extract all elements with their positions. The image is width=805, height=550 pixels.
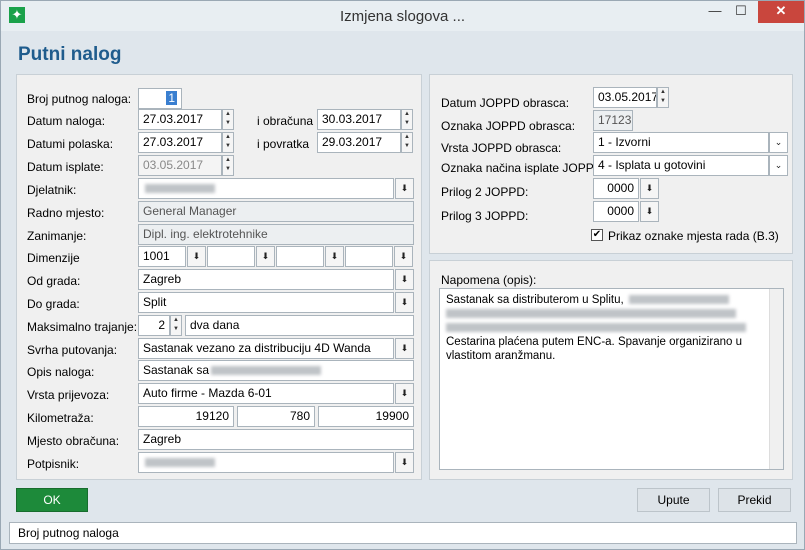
dimenzija-3-input[interactable] [276,246,324,267]
svrha-lookup-icon[interactable]: ⬇ [395,338,414,359]
datum-naloga-spinner[interactable]: ▲ ▼ [222,109,234,130]
svrha-label: Svrha putovanja: [27,343,118,357]
vrsta-chevron-down-icon[interactable]: ⌄ [769,132,788,153]
prikaz-label: Prikaz oznake mjesta rada (B.3) [608,229,779,243]
nacin-select[interactable]: 4 - Isplata u gotovini [593,155,769,176]
km-end-input[interactable]: 19900 [318,406,414,427]
prekid-button[interactable]: Prekid [718,488,791,512]
nacin-label: Oznaka načina isplate JOPPD: [441,161,606,175]
trajanje-label: Maksimalno trajanje: [27,320,138,334]
opis-value: Sastanak sa [143,363,210,377]
obracuna-spinner[interactable]: ▲ ▼ [401,109,413,130]
potpisnik-lookup-icon[interactable]: ⬇ [395,452,414,473]
ok-button[interactable]: OK [16,488,88,512]
isplate-spinner: ▲ ▼ [222,155,234,176]
povratka-spinner[interactable]: ▲ ▼ [401,132,413,153]
dimenzija-4-input[interactable] [345,246,393,267]
polaska-label: Datumi polaska: [27,137,114,151]
trajanje-input[interactable]: 2 [138,315,170,336]
svrha-input[interactable]: Sastanak vezano za distribuciju 4D Wanda [138,338,394,359]
datum-joppd-spinner[interactable]: ▲ ▼ [657,87,669,108]
page-title: Putni nalog [18,44,122,65]
prilog2-label: Prilog 2 JOPPD: [441,185,529,199]
napomena-line-4: Cestarina plaćena putem ENC-a. Spavanje … [446,336,742,362]
title-bar: ✦ Izmjena slogova ... — ☐ ✕ [1,1,804,31]
broj-input[interactable]: 1 [138,88,182,109]
radno-input: General Manager [138,201,414,222]
isplate-label: Datum isplate: [27,160,104,174]
vrsta-select[interactable]: 1 - Izvorni [593,132,769,153]
napomena-line-1: Sastanak sa distributerom u Splitu, [446,294,624,306]
isplate-input: 03.05.2017 [138,155,222,176]
od-label: Od grada: [27,274,81,288]
window: ✦ Izmjena slogova ... — ☐ ✕ Putni nalog … [0,0,805,550]
od-lookup-icon[interactable]: ⬇ [395,269,414,290]
povratka-label: i povratka [257,137,310,151]
form-header: Putni nalog [2,31,803,71]
km-label: Kilometraža: [27,411,94,425]
prilog2-lookup-icon[interactable]: ⬇ [640,178,659,199]
prilog3-label: Prilog 3 JOPPD: [441,209,529,223]
datum-naloga-label: Datum naloga: [27,114,106,128]
dimenzija-2-lookup-icon[interactable]: ⬇ [256,246,275,267]
dimenzija-1-lookup-icon[interactable]: ⬇ [187,246,206,267]
povratka-input[interactable]: 29.03.2017 [317,132,401,153]
opis-input[interactable]: Sastanak sa [138,360,414,381]
mjesto-input[interactable]: Zagreb [138,429,414,450]
prijevoz-input[interactable]: Auto firme - Mazda 6-01 [138,383,394,404]
napomena-textarea[interactable]: Sastanak sa distributerom u Splitu, Cest… [439,288,784,470]
prijevoz-label: Vrsta prijevoza: [27,388,110,402]
polaska-input[interactable]: 27.03.2017 [138,132,222,153]
nacin-chevron-down-icon[interactable]: ⌄ [769,155,788,176]
napomena-label: Napomena (opis): [441,273,537,287]
upute-button[interactable]: Upute [637,488,710,512]
polaska-spinner[interactable]: ▲ ▼ [222,132,234,153]
djelatnik-label: Djelatnik: [27,183,77,197]
prijevoz-lookup-icon[interactable]: ⬇ [395,383,414,404]
close-button[interactable]: ✕ [758,1,804,23]
oznaka-input: 17123 [593,110,633,131]
napomena-scrollbar[interactable] [769,289,783,469]
prikaz-checkbox[interactable]: ✔ [591,229,603,241]
obracuna-label: i obračuna [257,114,314,128]
oznaka-label: Oznaka JOPPD obrasca: [441,119,576,133]
vrsta-label: Vrsta JOPPD obrasca: [441,141,562,155]
obracuna-input[interactable]: 30.03.2017 [317,109,401,130]
prilog3-input[interactable]: 0000 [593,201,639,222]
do-lookup-icon[interactable]: ⬇ [395,292,414,313]
od-input[interactable]: Zagreb [138,269,394,290]
zanimanje-label: Zanimanje: [27,229,87,243]
window-title: Izmjena slogova ... [339,8,466,25]
potpisnik-input[interactable] [138,452,394,473]
potpisnik-label: Potpisnik: [27,457,80,471]
mjesto-label: Mjesto obračuna: [27,434,120,448]
dimenzija-3-lookup-icon[interactable]: ⬇ [325,246,344,267]
djelatnik-input[interactable] [138,178,394,199]
zanimanje-input: Dipl. ing. elektrotehnike [138,224,414,245]
km-start-input[interactable]: 19120 [138,406,234,427]
prilog2-input[interactable]: 0000 [593,178,639,199]
radno-label: Radno mjesto: [27,206,105,220]
datum-joppd-input[interactable]: 03.05.2017 [593,87,657,108]
datum-joppd-label: Datum JOPPD obrasca: [441,96,570,110]
dimenzije-label: Dimenzije [27,251,80,265]
opis-label: Opis naloga: [27,365,95,379]
broj-label: Broj putnog naloga: [27,92,132,106]
trajanje-desc: dva dana [185,315,414,336]
prilog3-lookup-icon[interactable]: ⬇ [640,201,659,222]
status-text: Broj putnog naloga [18,526,119,540]
maximize-button[interactable]: ☐ [726,1,756,23]
km-distance-input[interactable]: 780 [237,406,315,427]
do-input[interactable]: Split [138,292,394,313]
dimenzija-4-lookup-icon[interactable]: ⬇ [394,246,413,267]
trajanje-spinner[interactable]: ▲ ▼ [170,315,182,336]
datum-naloga-input[interactable]: 27.03.2017 [138,109,222,130]
djelatnik-lookup-icon[interactable]: ⬇ [395,178,414,199]
do-label: Do grada: [27,297,80,311]
broj-value: 1 [166,91,177,105]
dimenzija-1-input[interactable]: 1001 [138,246,186,267]
status-bar: Broj putnog naloga [9,522,797,544]
dimenzija-2-input[interactable] [207,246,255,267]
